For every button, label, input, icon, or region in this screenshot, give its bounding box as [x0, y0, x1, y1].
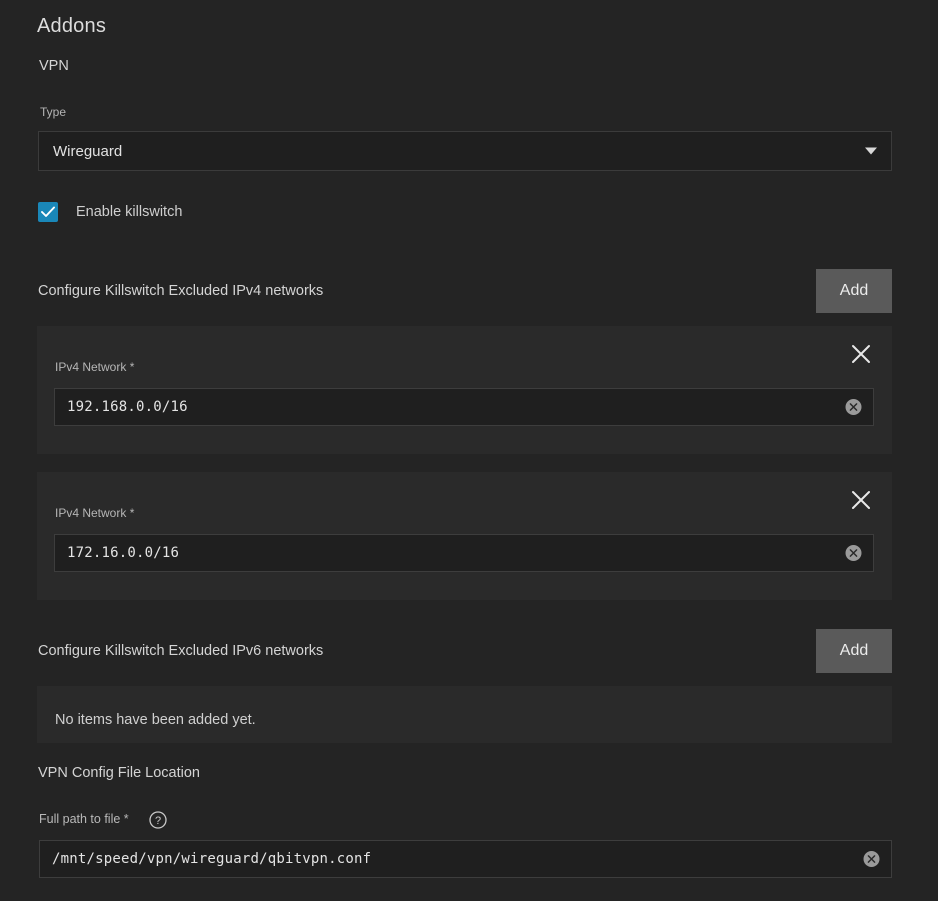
ipv4-network-value: 192.168.0.0/16: [67, 399, 188, 415]
ipv4-item-card: IPv4 Network * 192.168.0.0/16: [37, 326, 892, 454]
vpn-config-section-title: VPN Config File Location: [38, 765, 200, 781]
vpn-type-selected-value: Wireguard: [53, 142, 123, 160]
ipv6-section-label: Configure Killswitch Excluded IPv6 netwo…: [38, 643, 324, 659]
help-circle-icon[interactable]: ?: [149, 811, 167, 829]
type-field-label: Type: [40, 105, 67, 119]
vpn-type-select[interactable]: Wireguard: [38, 131, 892, 171]
ipv4-section-header: Configure Killswitch Excluded IPv4 netwo…: [0, 269, 938, 313]
chevron-down-icon: [865, 147, 877, 155]
clear-circle-icon[interactable]: [845, 399, 862, 416]
ipv6-empty-state-card: No items have been added yet.: [37, 686, 892, 743]
full-path-value: /mnt/speed/vpn/wireguard/qbitvpn.conf: [52, 851, 372, 867]
ipv4-network-label: IPv4 Network *: [55, 360, 135, 374]
close-icon[interactable]: [843, 482, 879, 518]
add-ipv6-network-button[interactable]: Add: [816, 629, 892, 673]
ipv6-section-header: Configure Killswitch Excluded IPv6 netwo…: [0, 629, 938, 673]
svg-text:?: ?: [155, 815, 161, 827]
addons-settings-page: Addons VPN Type Wireguard Enable killswi…: [0, 0, 938, 901]
full-path-field-label: Full path to file *: [39, 812, 129, 826]
ipv4-network-input[interactable]: 172.16.0.0/16: [54, 534, 874, 572]
full-path-input[interactable]: /mnt/speed/vpn/wireguard/qbitvpn.conf: [39, 840, 892, 878]
check-icon: [41, 206, 55, 217]
ipv4-network-input[interactable]: 192.168.0.0/16: [54, 388, 874, 426]
ipv4-item-card: IPv4 Network * 172.16.0.0/16: [37, 472, 892, 600]
add-ipv4-network-button[interactable]: Add: [816, 269, 892, 313]
ipv4-network-label: IPv4 Network *: [55, 506, 135, 520]
page-title: Addons: [37, 15, 107, 37]
close-icon[interactable]: [843, 336, 879, 372]
ipv4-network-value: 172.16.0.0/16: [67, 545, 180, 561]
enable-killswitch-label: Enable killswitch: [76, 204, 183, 220]
clear-circle-icon[interactable]: [845, 545, 862, 562]
enable-killswitch-row[interactable]: Enable killswitch: [38, 202, 182, 222]
enable-killswitch-checkbox[interactable]: [38, 202, 58, 222]
vpn-section-heading: VPN: [39, 58, 69, 74]
ipv6-empty-message: No items have been added yet.: [55, 712, 256, 728]
ipv4-section-label: Configure Killswitch Excluded IPv4 netwo…: [38, 283, 324, 299]
clear-circle-icon[interactable]: [863, 851, 880, 868]
